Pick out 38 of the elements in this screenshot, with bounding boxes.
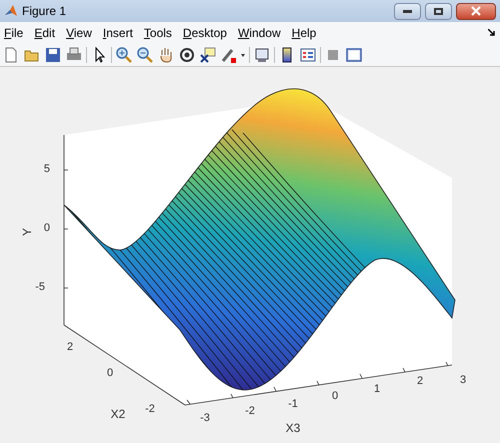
menu-item[interactable]: Desktop: [182, 24, 227, 42]
close-icon: [471, 6, 481, 16]
close-button[interactable]: [456, 2, 496, 20]
tick-label: 3: [460, 374, 466, 386]
app-logo-icon: [4, 4, 18, 18]
axis-label: X3: [286, 421, 300, 435]
tick-label: 1: [374, 383, 380, 395]
maximize-button[interactable]: [425, 2, 452, 20]
tick-label: 5: [44, 163, 50, 175]
brush-icon[interactable]: [220, 46, 238, 64]
tick-label: 2: [66, 341, 74, 353]
menu-item[interactable]: File: [4, 24, 24, 42]
window-title: Figure 1: [22, 3, 66, 20]
menu-item[interactable]: View: [66, 24, 92, 42]
zoom-in-icon[interactable]: [115, 46, 133, 64]
tick-label: -3: [200, 412, 210, 424]
tick-label: -1: [288, 398, 298, 410]
tick-label: -5: [35, 281, 45, 293]
minimize-button[interactable]: [394, 2, 421, 20]
menu-item[interactable]: Tools: [144, 24, 172, 42]
menu-item[interactable]: Window: [238, 24, 281, 42]
tick-label: 0: [332, 390, 338, 402]
axis-label: X2: [110, 407, 126, 421]
save-icon[interactable]: [44, 46, 62, 64]
menu-item[interactable]: Help: [292, 24, 316, 42]
panel-icon[interactable]: [345, 46, 363, 64]
data-cursor-icon[interactable]: [199, 46, 217, 64]
tick-label: 2: [416, 375, 424, 387]
tick-label: -2: [145, 403, 155, 415]
axis-label: Y: [20, 228, 34, 236]
dock-arrow-icon[interactable]: [488, 29, 496, 37]
legend-icon[interactable]: [299, 46, 317, 64]
menu-item[interactable]: Insert: [102, 24, 133, 42]
tick-label: -2: [245, 405, 255, 417]
tick-label: 0: [106, 367, 114, 379]
zoom-out-icon[interactable]: [136, 46, 154, 64]
menu-item[interactable]: Edit: [34, 24, 56, 42]
tick-label: 0: [44, 222, 50, 234]
